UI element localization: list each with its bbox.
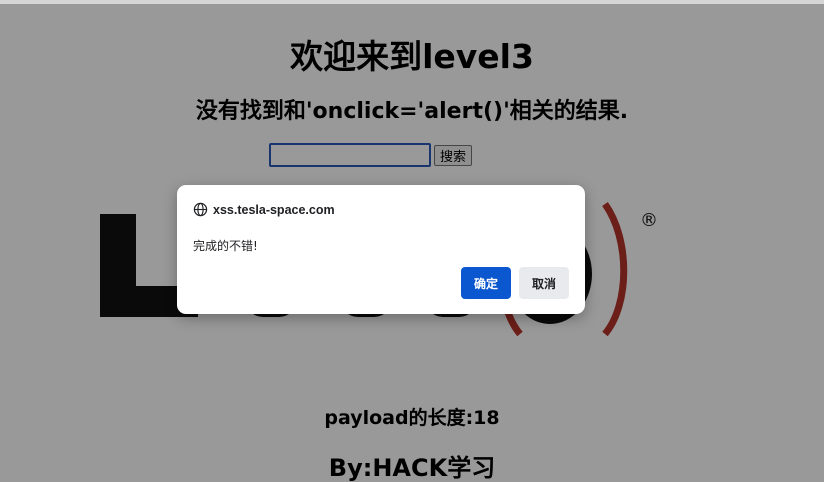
globe-icon xyxy=(193,202,208,217)
page: 欢迎来到level3 没有找到和'onclick='alert()'相关的结果.… xyxy=(0,0,824,482)
ok-button[interactable]: 确定 xyxy=(461,267,511,299)
dialog-message: 完成的不错! xyxy=(193,239,258,253)
cancel-button[interactable]: 取消 xyxy=(519,267,569,299)
dialog-origin: xss.tesla-space.com xyxy=(193,202,335,217)
alert-dialog: xss.tesla-space.com 完成的不错! 确定 取消 xyxy=(177,185,585,314)
dialog-origin-text: xss.tesla-space.com xyxy=(213,202,335,217)
